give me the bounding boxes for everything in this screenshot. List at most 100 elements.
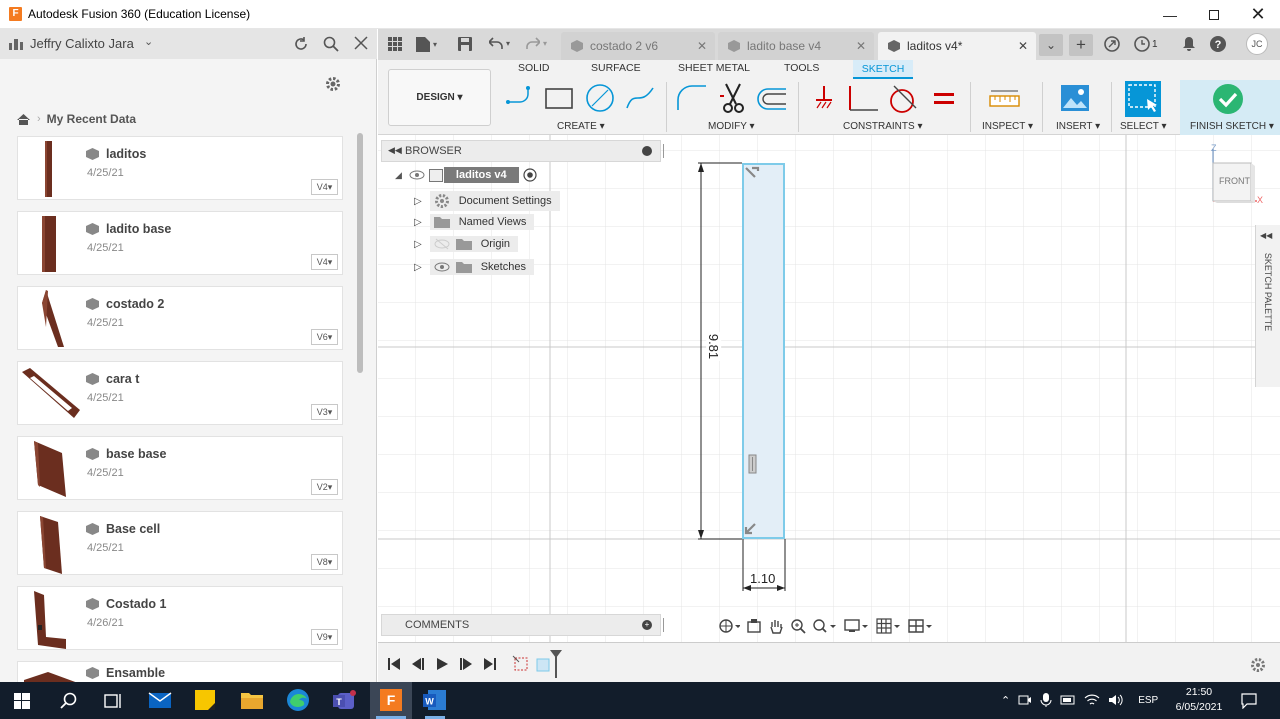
home-icon[interactable] (16, 113, 31, 126)
battery-icon[interactable] (1060, 693, 1076, 707)
extensions-icon[interactable] (1104, 36, 1120, 55)
workspace-switcher[interactable]: DESIGN ▾ (388, 69, 491, 126)
job-status-clock-icon[interactable]: 1 (1134, 36, 1158, 52)
close-tab-icon[interactable]: ✕ (1018, 39, 1028, 53)
list-item[interactable]: Base cell 4/25/21 V8 ▾ (17, 511, 343, 575)
new-tab-plus-icon[interactable]: + (1069, 34, 1093, 56)
version-dropdown[interactable]: V4 ▾ (311, 179, 338, 195)
tangent-constraint-icon[interactable] (886, 84, 920, 114)
list-item[interactable]: base base 4/25/21 V2 ▾ (17, 436, 343, 500)
search-icon[interactable] (60, 692, 78, 710)
tab-solid[interactable]: SOLID (518, 62, 550, 74)
close-window-button[interactable]: ✕ (1236, 0, 1280, 29)
height-dimension-value[interactable]: 9.81 (706, 331, 722, 362)
version-dropdown[interactable]: V4 ▾ (311, 254, 338, 270)
tab-laditos[interactable]: laditos v4* ✕ (878, 32, 1036, 60)
avatar[interactable]: JC (1246, 33, 1268, 55)
browser-node-named-views[interactable]: ▷ Named Views (414, 214, 535, 230)
expand-triangle-icon[interactable]: ▷ (414, 239, 422, 250)
expand-triangle-icon[interactable]: ▷ (414, 196, 422, 207)
design-canvas[interactable]: 9.81 1.10 ◀◀ BROWSER ◢ laditos v4 ▷ Docu… (378, 135, 1280, 642)
file-explorer-icon[interactable] (240, 689, 264, 711)
hidden-eye-icon[interactable] (434, 238, 450, 250)
help-icon[interactable]: ? (1210, 36, 1226, 55)
version-dropdown[interactable]: V8 ▾ (311, 554, 338, 570)
redo-icon[interactable]: ▾ (526, 37, 547, 49)
activate-radio-icon[interactable] (523, 168, 537, 182)
windows-start-icon[interactable] (14, 693, 30, 709)
browser-node-document-settings[interactable]: ▷ Document Settings (414, 191, 560, 211)
circle-tool-icon[interactable] (584, 83, 616, 113)
browser-root-node[interactable]: ◢ laditos v4 (395, 167, 537, 183)
step-back-icon[interactable] (412, 658, 424, 670)
tab-ladito-base[interactable]: ladito base v4 ✕ (718, 32, 874, 60)
equal-constraint-icon[interactable] (933, 91, 955, 107)
timeline-sketch-feature-icon[interactable] (512, 655, 530, 673)
sketch-palette-collapsed[interactable]: ◀◀ SKETCH PALETTE (1255, 225, 1280, 387)
tab-surface[interactable]: SURFACE (591, 62, 641, 74)
word-app-icon[interactable]: W (422, 688, 448, 712)
timeline-marker[interactable] (550, 650, 562, 678)
create-group-label[interactable]: CREATE ▾ (557, 121, 605, 132)
finish-sketch-check-icon[interactable] (1212, 83, 1244, 115)
teams-app-icon[interactable]: T (332, 688, 358, 712)
expand-triangle-icon[interactable]: ◢ (395, 170, 402, 181)
go-to-end-icon[interactable] (484, 658, 496, 670)
width-dimension-value[interactable]: 1.10 (750, 571, 775, 586)
breadcrumb-current[interactable]: My Recent Data (47, 112, 136, 126)
refresh-icon[interactable] (292, 35, 310, 53)
tab-tools[interactable]: TOOLS (784, 62, 819, 74)
fit-zoom-icon[interactable] (812, 618, 838, 634)
insert-group-label[interactable]: INSERT ▾ (1056, 121, 1100, 132)
browser-minimize-icon[interactable] (642, 146, 652, 156)
sketch-rectangle-profile[interactable] (742, 163, 785, 539)
rectangle-tool-icon[interactable] (544, 86, 576, 112)
search-icon[interactable] (322, 35, 340, 53)
orbit-icon[interactable] (718, 618, 740, 634)
zoom-icon[interactable] (790, 618, 806, 634)
select-group-label[interactable]: SELECT ▾ (1120, 121, 1167, 132)
add-comment-icon[interactable]: + (642, 620, 652, 630)
chevron-up-icon[interactable]: ⌃ (1001, 694, 1010, 707)
line-tool-icon[interactable] (505, 84, 537, 112)
look-at-icon[interactable] (746, 618, 762, 634)
data-panel-scrollbar[interactable] (357, 133, 363, 373)
list-item[interactable]: Costado 1 4/26/21 V9 ▾ (17, 586, 343, 650)
sticky-notes-icon[interactable] (194, 689, 216, 711)
fix-constraint-icon[interactable] (814, 84, 834, 114)
list-item[interactable]: costado 2 4/25/21 V6 ▾ (17, 286, 343, 350)
edge-browser-icon[interactable] (286, 688, 310, 712)
constraints-group-label[interactable]: CONSTRAINTS ▾ (843, 121, 922, 132)
visibility-eye-icon[interactable] (434, 261, 450, 273)
visibility-eye-icon[interactable] (409, 169, 425, 181)
comments-resize-handle[interactable] (663, 618, 664, 632)
pan-hand-icon[interactable] (768, 618, 784, 634)
expand-triangle-icon[interactable]: ▷ (414, 262, 422, 273)
coincident-constraint-icon[interactable] (743, 165, 763, 183)
chevron-down-icon[interactable]: ⌄ (144, 35, 153, 48)
tab-sheet-metal[interactable]: SHEET METAL (678, 62, 750, 74)
list-item[interactable]: cara t 4/25/21 V3 ▾ (17, 361, 343, 425)
expand-palette-icon[interactable]: ◀◀ (1260, 231, 1272, 240)
input-language[interactable]: ESP (1138, 695, 1158, 706)
viewports-icon[interactable] (908, 618, 934, 634)
browser-node-origin[interactable]: ▷ Origin (414, 236, 519, 252)
taskbar-active-app[interactable]: F (370, 682, 412, 719)
browser-node-sketches[interactable]: ▷ Sketches (414, 259, 534, 275)
spline-tool-icon[interactable] (624, 84, 656, 112)
offset-tool-icon[interactable] (756, 86, 788, 112)
grid-menu-icon[interactable] (388, 37, 402, 51)
timeline-active-sketch-icon[interactable] (535, 655, 551, 673)
tab-sketch[interactable]: SKETCH (853, 60, 913, 79)
maximize-button[interactable] (1192, 0, 1236, 29)
select-window-icon[interactable] (1125, 81, 1161, 117)
browser-resize-handle[interactable] (663, 144, 664, 158)
version-dropdown[interactable]: V2 ▾ (311, 479, 338, 495)
close-panel-icon[interactable] (353, 35, 369, 51)
comments-panel-header[interactable]: COMMENTS + (381, 614, 661, 636)
display-settings-icon[interactable] (844, 618, 870, 634)
minimize-button[interactable]: — (1148, 0, 1192, 29)
timeline-settings-gear-icon[interactable] (1250, 657, 1266, 673)
version-dropdown[interactable]: V9 ▾ (311, 629, 338, 645)
tab-overflow-chevron-down-icon[interactable]: ⌄ (1039, 34, 1063, 56)
